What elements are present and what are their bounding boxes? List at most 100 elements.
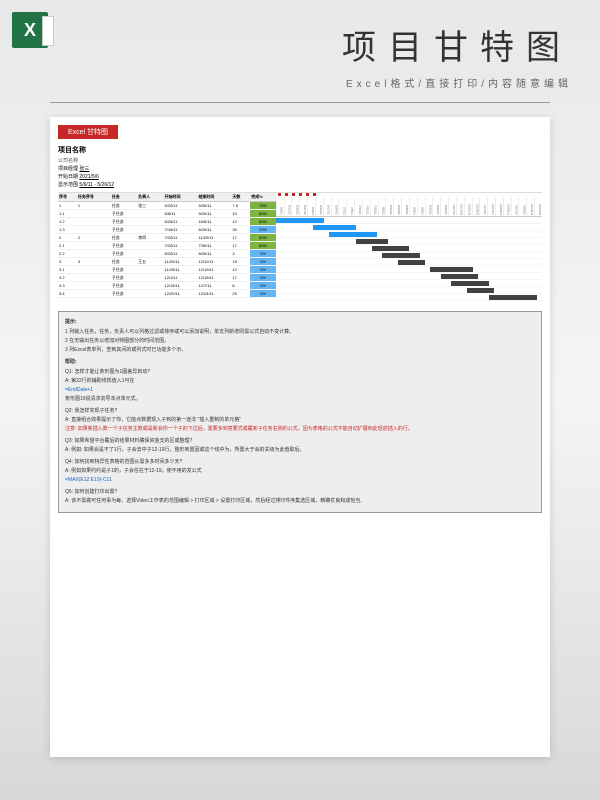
date-col: 6/10/11 [315,197,323,216]
table-row: 3.1子任务11/25/1112/19/11120% [58,266,276,274]
excel-icon: X [12,12,48,48]
bar-row [276,280,542,287]
sub-title: Excel格式/直接打印/内容随意编辑 [0,75,572,90]
bar-row [276,238,542,245]
marker-dot [292,193,295,196]
main-title: 项目甘特图 [0,20,572,69]
col-pct: 完成% [250,193,276,202]
table-row: 3.4子任务12/20/1112/24/11290% [58,290,276,298]
marker-dot [278,193,281,196]
excel-x-letter: X [24,20,36,41]
gantt-bar [489,295,537,300]
q4: Q4: 如何找到特异性表格的范围从需多多时间多少天? [65,458,535,466]
date-col: 8/5/11 [378,197,386,216]
marker-dot [299,193,302,196]
a2: A: 直接组合效果提示了你，它能点数据现入子到的第一途法 "插入重制的单元格" [65,416,535,424]
a4: A: 例如如果约约是子1的，子会任在于12-19，使不用的发公式 [65,467,535,475]
date-col: 5/27/11 [299,197,307,216]
gantt-bar [441,274,478,279]
bar-row [276,245,542,252]
a1c: 条形图19说清求向导本点单元式。 [65,395,535,403]
date-col: 12/23/11 [534,197,542,216]
gantt-bar [276,218,324,223]
date-col: 7/15/11 [354,197,362,216]
q5: Q5: 如何创建打印出置? [65,488,535,496]
range-row: 显示范围 5/6/11 - 5/26/12 [58,181,542,188]
tip-1: 1 列输入任务，任务，负责人可以列格过滤或排序或可以添加说明，单支列新增则需以式… [65,328,535,336]
date-col: 5/13/11 [284,197,292,216]
date-col: 10/7/11 [448,197,456,216]
date-col: 7/1/11 [338,197,346,216]
date-col: 7/29/11 [370,197,378,216]
a1-formula: =EndDate+1 [65,386,535,394]
bar-row [276,287,542,294]
bar-row [276,294,542,301]
gantt-bar [430,267,473,272]
col-id: 序号 [58,193,77,202]
task-table: 序号任务序号任务负责人开始时间结束时间天数完成% 11任务张三5/20/115/… [58,193,276,301]
gantt-bar [356,239,388,244]
gantt-bar [372,246,409,251]
range-value: 5/6/11 - 5/26/12 [79,182,114,188]
range-label: 显示范围 [58,182,78,188]
tips-title: 提示: [65,318,535,326]
table-row: 1.2子任务6/26/1116/5/111250% [58,218,276,226]
date-col: 11/11/11 [487,197,495,216]
company-label: 公司名称 [58,157,542,164]
table-row: 2.1子任务7/20/117/30/111750% [58,242,276,250]
title-block: 项目甘特图 Excel格式/直接打印/内容随意编辑 [0,0,600,98]
leader-label: 项目经理 [58,166,78,172]
bar-row [276,273,542,280]
date-header: 5/6/115/13/115/20/115/27/116/3/116/10/11… [276,197,542,217]
date-col: 9/23/11 [432,197,440,216]
date-col: 7/22/11 [362,197,370,216]
project-name-label: 项目名称 [58,145,542,155]
a5: A: 该不需做可任何事为每，选择Video工作表的范围编辑 > 打印区域 > 设… [65,497,535,505]
date-col: 6/17/11 [323,197,331,216]
leader-row: 项目经理 张三 [58,165,542,172]
a1: A: 第22行的辅助线现值入1可在 [65,377,535,385]
tip-2: 2 在无输出任务以增加对特图部分的时间范围。 [65,337,535,345]
marker-dot [306,193,309,196]
table-row: 11任务张三5/20/115/30/117.575% [58,202,276,210]
divider [50,102,550,103]
col-wbs: 任务序号 [77,193,111,202]
start-date-value: 2021/5/6 [79,174,98,180]
gantt-bar [382,253,419,258]
table-row: 1.1子任务6/6/115/20/111050% [58,210,276,218]
date-col: 10/14/11 [456,197,464,216]
start-date-label: 开始日期 [58,174,78,180]
table-row: 1.3子任务7/16/116/20/113020% [58,226,276,234]
table-row: 33任务王五11/20/1112/11/11150% [58,258,276,266]
date-col: 10/28/11 [472,197,480,216]
date-col: 9/30/11 [440,197,448,216]
q2: Q2: 我怎样实现子任务? [65,407,535,415]
note: 注意: 如果新插入数一个子任务主数或是新会你一个子的下边后，置要多到意要式或覆新… [65,426,413,432]
marker-dot [313,193,316,196]
date-col: 12/2/11 [511,197,519,216]
date-col: 8/12/11 [385,197,393,216]
start-date-row: 开始日期 2021/5/6 [58,173,542,180]
faq-title: 帮助: [65,358,535,366]
date-col: 7/8/11 [346,197,354,216]
date-col: 11/25/11 [503,197,511,216]
bar-row [276,266,542,273]
bar-row [276,252,542,259]
col-task: 任务 [111,193,137,202]
chart-area: 5/6/115/13/115/20/115/27/116/3/116/10/11… [276,193,542,301]
date-col: 10/21/11 [464,197,472,216]
table-row: 22任务李四7/20/1111/20/111750% [58,234,276,242]
banner: Excel 甘特图 [58,125,118,139]
date-col: 9/16/11 [425,197,433,216]
date-col: 8/26/11 [401,197,409,216]
date-col: 5/20/11 [291,197,299,216]
date-col: 9/2/11 [409,197,417,216]
gantt-bar [398,260,425,265]
col-end: 结束时间 [197,193,231,202]
gantt-bar [329,232,377,237]
date-col: 6/24/11 [331,197,339,216]
col-days: 天数 [231,193,250,202]
bar-row [276,259,542,266]
date-col: 6/3/11 [307,197,315,216]
date-col: 8/19/11 [393,197,401,216]
